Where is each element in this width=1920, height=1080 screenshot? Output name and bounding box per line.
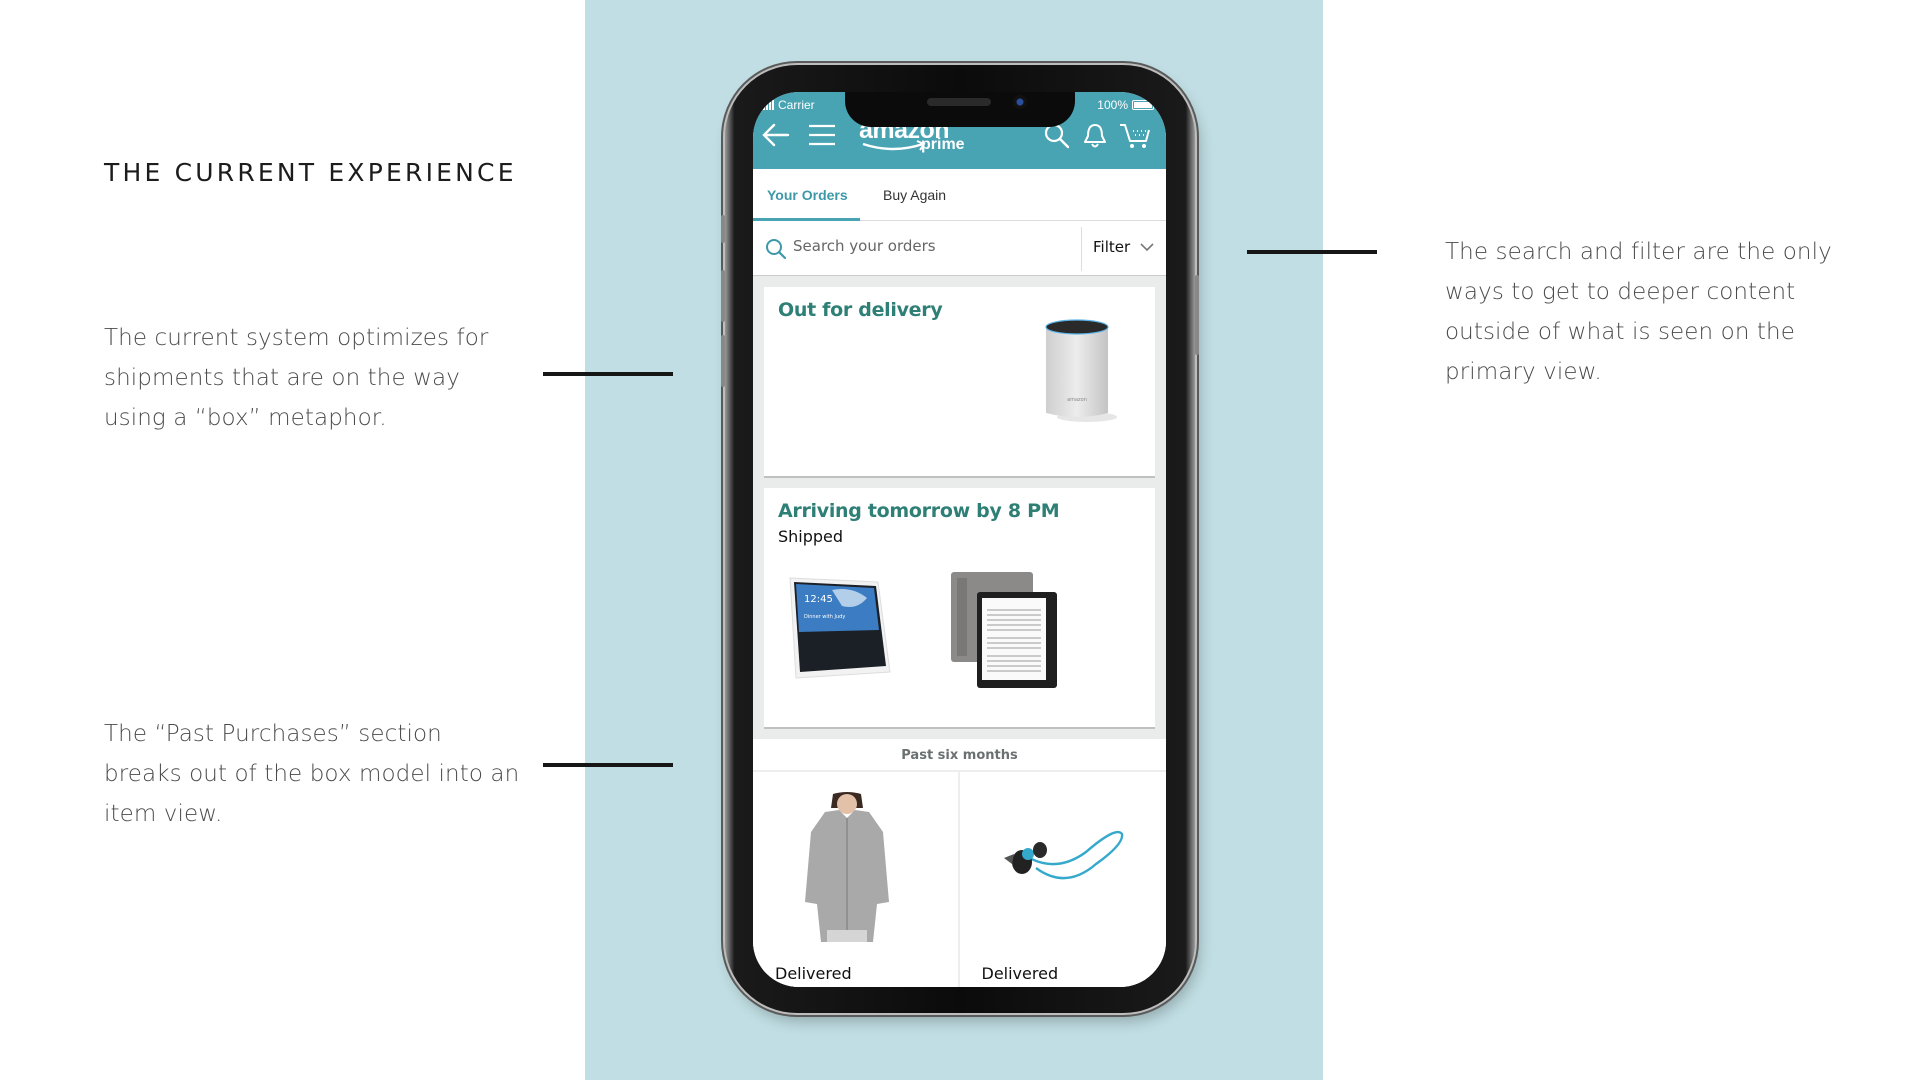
- echo-show-time: 12:45: [804, 594, 833, 605]
- cart-icon[interactable]: [1119, 122, 1151, 150]
- volume-down-button: [721, 335, 725, 387]
- menu-icon[interactable]: [807, 122, 837, 148]
- connector-line: [543, 763, 673, 767]
- past-item[interactable]: Delivered: [960, 772, 1167, 987]
- svg-text:amazon: amazon: [1067, 397, 1087, 403]
- back-arrow-icon[interactable]: [761, 122, 791, 148]
- front-camera: [1013, 95, 1027, 109]
- delivery-status: Delivered: [981, 964, 1059, 983]
- orders-content: Out for delivery amazon Arriving tomorro…: [753, 276, 1166, 987]
- order-tabs: Your Orders Buy Again: [753, 169, 1166, 221]
- order-substatus: Shipped: [778, 527, 844, 546]
- search-icon: [766, 239, 787, 260]
- phone-mockup: Carrier 100% amazon prime Your Orders Bu…: [721, 65, 1199, 1013]
- kindle-image: [951, 572, 1057, 688]
- past-item[interactable]: Delivered: [753, 772, 960, 987]
- order-status-title: Arriving tomorrow by 8 PM: [778, 500, 1060, 522]
- battery-icon: [1132, 100, 1154, 110]
- past-purchases-grid: Delivered Delivered: [753, 772, 1166, 987]
- tab-your-orders[interactable]: Your Orders: [767, 187, 848, 203]
- phone-screen: Carrier 100% amazon prime Your Orders Bu…: [753, 92, 1166, 987]
- order-status-title: Out for delivery: [778, 299, 943, 321]
- bell-icon[interactable]: [1081, 122, 1109, 150]
- power-button: [1195, 275, 1199, 355]
- annotation-past-purchases: The “Past Purchases” section breaks out …: [104, 721, 520, 827]
- logo-prime: prime: [921, 136, 965, 153]
- search-filter-bar: Filter: [753, 221, 1166, 276]
- volume-up-button: [721, 270, 725, 322]
- earbuds-image: [1003, 830, 1123, 880]
- status-battery: 100%: [1097, 98, 1154, 112]
- connector-line: [1247, 250, 1377, 254]
- delivery-status: Delivered: [775, 964, 852, 983]
- chevron-down-icon: [1140, 242, 1154, 251]
- order-card[interactable]: Out for delivery amazon: [764, 287, 1155, 478]
- hoodie-image: [805, 792, 889, 942]
- filter-dropdown[interactable]: Filter: [1093, 238, 1154, 256]
- order-card[interactable]: Arriving tomorrow by 8 PM Shipped 12:45 …: [764, 488, 1155, 729]
- echo-speaker-image: amazon: [1045, 319, 1117, 422]
- annotation-box-metaphor: The current system optimizes for shipmen…: [104, 325, 489, 431]
- signal-icon: [763, 100, 774, 110]
- carrier-label: Carrier: [778, 98, 815, 112]
- echo-show-caption: Dinner with Judy: [804, 614, 845, 620]
- mute-switch: [721, 215, 725, 243]
- past-purchases-header: Past six months: [753, 739, 1166, 772]
- slide-heading: THE CURRENT EXPERIENCE: [104, 158, 517, 187]
- notch: [845, 92, 1075, 127]
- battery-percent: 100%: [1097, 98, 1128, 112]
- tab-buy-again[interactable]: Buy Again: [883, 187, 946, 203]
- search-orders-input[interactable]: [793, 237, 1013, 255]
- echo-show-image: 12:45 Dinner with Judy: [789, 577, 891, 679]
- filter-label: Filter: [1093, 238, 1131, 256]
- status-carrier: Carrier: [763, 98, 815, 112]
- speaker-grille: [927, 98, 991, 106]
- connector-line: [543, 372, 673, 376]
- annotation-search-filter: The search and filter are the only ways …: [1445, 239, 1832, 385]
- divider: [1081, 227, 1082, 271]
